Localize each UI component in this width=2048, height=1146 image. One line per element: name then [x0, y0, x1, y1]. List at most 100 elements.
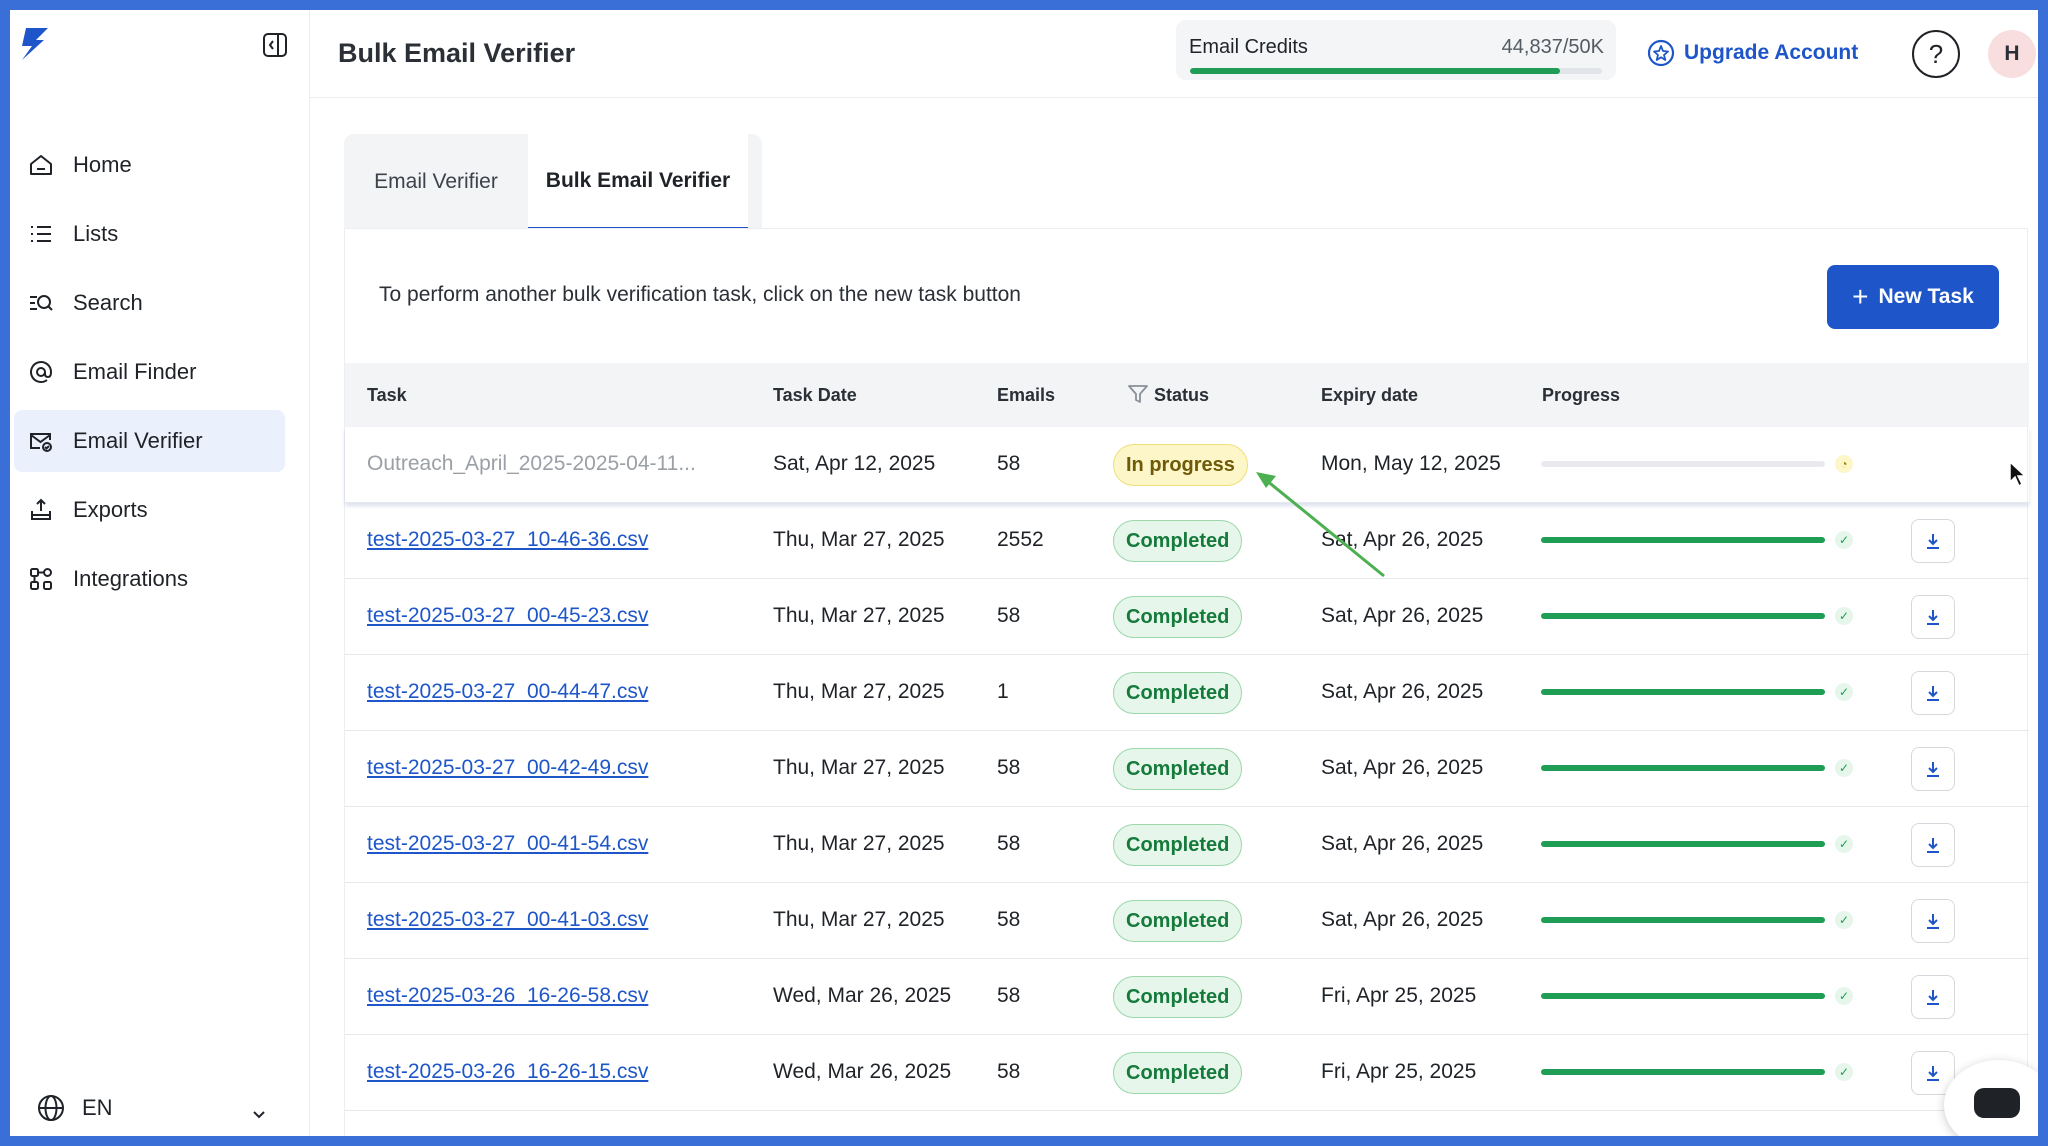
- download-icon: [1927, 610, 1939, 625]
- check-icon: ✓: [1835, 607, 1853, 625]
- task-date: Thu, Mar 27, 2025: [773, 604, 945, 627]
- task-date: Sat, Apr 12, 2025: [773, 452, 936, 475]
- table-row[interactable]: test-2025-03-26_16-26-58.csv Wed, Mar 26,…: [345, 959, 2029, 1035]
- mail-check-icon: [27, 427, 55, 455]
- table-header: Task Task Date Emails Status Expiry date…: [345, 363, 2029, 427]
- task-name-link[interactable]: test-2025-03-27_00-42-49.csv: [367, 756, 648, 780]
- sidebar-item-search[interactable]: Search: [14, 272, 285, 334]
- table-row[interactable]: test-2025-03-27_00-45-23.csv Thu, Mar 27,…: [345, 579, 2029, 655]
- export-icon: [27, 496, 55, 524]
- home-icon: [27, 151, 55, 179]
- download-button[interactable]: [1911, 899, 1955, 943]
- expiry-date: Sat, Apr 26, 2025: [1321, 832, 1484, 855]
- search-list-icon: [27, 289, 55, 317]
- status-badge: Completed: [1113, 520, 1243, 562]
- upgrade-account-label: Upgrade Account: [1684, 41, 1859, 64]
- upgrade-account-button[interactable]: Upgrade Account: [1646, 38, 1858, 68]
- table-row[interactable]: test-2025-03-27_00-44-47.csv Thu, Mar 27,…: [345, 655, 2029, 731]
- task-name-link[interactable]: test-2025-03-27_10-46-36.csv: [367, 528, 648, 552]
- column-header-task-date[interactable]: Task Date: [773, 385, 857, 406]
- avatar[interactable]: H: [1988, 30, 2036, 78]
- credits-value: 44,837/50K: [1501, 36, 1604, 58]
- sidebar-item-label: Email Verifier: [73, 428, 203, 453]
- chevron-down-icon: [252, 1100, 266, 1126]
- column-header-emails[interactable]: Emails: [997, 385, 1055, 406]
- emails-count: 58: [997, 604, 1021, 627]
- sidebar-item-home[interactable]: Home: [14, 134, 285, 196]
- sidebar-item-label: Home: [73, 152, 132, 177]
- task-name-link[interactable]: test-2025-03-27_00-44-47.csv: [367, 680, 648, 704]
- check-icon: ✓: [1835, 835, 1853, 853]
- logo-icon[interactable]: [14, 24, 54, 64]
- download-button[interactable]: [1911, 975, 1955, 1019]
- top-header: Bulk Email Verifier Email Credits 44,837…: [310, 10, 2038, 98]
- sidebar-item-label: Lists: [73, 221, 119, 246]
- progress-bar: [1541, 689, 1825, 695]
- column-header-expiry-date[interactable]: Expiry date: [1321, 385, 1418, 406]
- download-button[interactable]: [1911, 595, 1955, 639]
- check-icon: ✓: [1835, 911, 1853, 929]
- table-row[interactable]: test-2025-03-27_00-41-03.csv Thu, Mar 27,…: [345, 883, 2029, 959]
- download-button[interactable]: [1911, 519, 1955, 563]
- table-row[interactable]: Outreach_April_2025-2025-04-11... Sat, Ap…: [345, 427, 2029, 503]
- task-date: Thu, Mar 27, 2025: [773, 908, 945, 931]
- column-header-progress[interactable]: Progress: [1542, 385, 1620, 406]
- download-icon: [1927, 686, 1939, 701]
- table-row[interactable]: test-2025-03-27_00-42-49.csv Thu, Mar 27,…: [345, 731, 2029, 807]
- check-icon: ✓: [1835, 1063, 1853, 1081]
- table-row[interactable]: test-2025-03-26_16-26-15.csv Wed, Mar 26,…: [345, 1035, 2029, 1111]
- expiry-date: Fri, Apr 25, 2025: [1321, 984, 1477, 1007]
- task-name-link[interactable]: test-2025-03-26_16-26-15.csv: [367, 1060, 648, 1084]
- new-task-hint: To perform another bulk verification tas…: [379, 283, 1021, 306]
- language-selector[interactable]: EN: [36, 1088, 276, 1128]
- tab-email-verifier[interactable]: Email Verifier: [344, 134, 528, 230]
- language-label: EN: [82, 1095, 113, 1120]
- task-name-link[interactable]: test-2025-03-27_00-41-54.csv: [367, 832, 648, 856]
- task-name-link[interactable]: test-2025-03-27_00-45-23.csv: [367, 604, 648, 628]
- bulk-verifier-panel: To perform another bulk verification tas…: [344, 228, 2029, 1136]
- sidebar-item-lists[interactable]: Lists: [14, 203, 285, 265]
- task-date: Wed, Mar 26, 2025: [773, 984, 952, 1007]
- emails-count: 58: [997, 452, 1021, 475]
- sidebar-item-email-finder[interactable]: Email Finder: [14, 341, 285, 403]
- download-button[interactable]: [1911, 747, 1955, 791]
- table-row[interactable]: test-2025-03-27_00-41-54.csv Thu, Mar 27,…: [345, 807, 2029, 883]
- progress-bar: [1541, 841, 1825, 847]
- new-task-label: New Task: [1878, 285, 1974, 308]
- expiry-date: Fri, Apr 25, 2025: [1321, 1060, 1477, 1083]
- download-button[interactable]: [1911, 671, 1955, 715]
- chat-icon: [1974, 1088, 2020, 1118]
- integrations-icon: [27, 565, 55, 593]
- table-row[interactable]: test-2025-03-27_10-46-36.csv Thu, Mar 27,…: [345, 503, 2029, 579]
- collapse-sidebar-icon[interactable]: [260, 30, 290, 60]
- expiry-date: Sat, Apr 26, 2025: [1321, 908, 1484, 931]
- status-badge: Completed: [1113, 1052, 1243, 1094]
- globe-icon: [36, 1093, 66, 1123]
- column-header-status[interactable]: Status: [1154, 385, 1209, 406]
- tab-bulk-email-verifier[interactable]: Bulk Email Verifier: [528, 134, 748, 230]
- emails-count: 58: [997, 908, 1021, 931]
- sidebar-item-integrations[interactable]: Integrations: [14, 548, 285, 610]
- new-task-button[interactable]: + New Task: [1827, 265, 1999, 329]
- sidebar-item-exports[interactable]: Exports: [14, 479, 285, 541]
- download-button[interactable]: [1911, 823, 1955, 867]
- status-badge: Completed: [1113, 596, 1243, 638]
- progress-fill: [1541, 993, 1825, 999]
- task-name-link[interactable]: test-2025-03-26_16-26-58.csv: [367, 984, 648, 1008]
- download-icon: [1927, 762, 1939, 777]
- emails-count: 58: [997, 756, 1021, 779]
- progress-fill: [1541, 1069, 1825, 1075]
- progress-fill: [1541, 537, 1825, 543]
- filter-icon[interactable]: [1127, 383, 1149, 410]
- task-name-link[interactable]: test-2025-03-27_00-41-03.csv: [367, 908, 648, 932]
- progress-fill: [1541, 841, 1825, 847]
- sidebar: Home Lists Search Email Finder Email Ver…: [10, 10, 310, 1136]
- column-header-task[interactable]: Task: [367, 385, 407, 406]
- sidebar-item-email-verifier[interactable]: Email Verifier: [14, 410, 285, 472]
- help-button[interactable]: ?: [1912, 30, 1960, 78]
- task-date: Wed, Mar 26, 2025: [773, 1060, 952, 1083]
- expiry-date: Sat, Apr 26, 2025: [1321, 756, 1484, 779]
- progress-bar: [1541, 1069, 1825, 1075]
- status-badge: Completed: [1113, 900, 1243, 942]
- task-date: Thu, Mar 27, 2025: [773, 680, 945, 703]
